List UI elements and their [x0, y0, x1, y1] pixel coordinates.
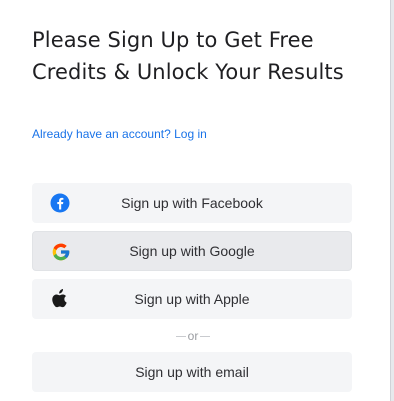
apple-signup-button[interactable]: Sign up with Apple — [32, 279, 352, 319]
facebook-signup-button[interactable]: Sign up with Facebook — [32, 183, 352, 223]
divider-line-left — [175, 335, 186, 337]
google-signup-label: Sign up with Google — [129, 243, 255, 259]
google-icon — [51, 242, 71, 262]
login-prompt: Already have an account? Log in — [32, 127, 207, 141]
divider-text: or — [187, 329, 199, 343]
panel-edge — [390, 0, 394, 401]
page-title: Please Sign Up to Get Free Credits & Unl… — [32, 28, 344, 84]
divider-line-right — [200, 335, 211, 337]
login-link[interactable]: Already have an account? Log in — [32, 127, 207, 141]
facebook-signup-label: Sign up with Facebook — [121, 195, 263, 211]
apple-signup-label: Sign up with Apple — [134, 291, 250, 307]
or-divider: or — [172, 328, 214, 344]
apple-icon — [50, 289, 70, 309]
google-signup-button[interactable]: Sign up with Google — [32, 231, 352, 271]
signup-panel: Please Sign Up to Get Free Credits & Unl… — [0, 0, 390, 401]
facebook-icon — [50, 193, 70, 213]
email-signup-button[interactable]: Sign up with email — [32, 352, 352, 392]
email-signup-label: Sign up with email — [135, 364, 249, 380]
